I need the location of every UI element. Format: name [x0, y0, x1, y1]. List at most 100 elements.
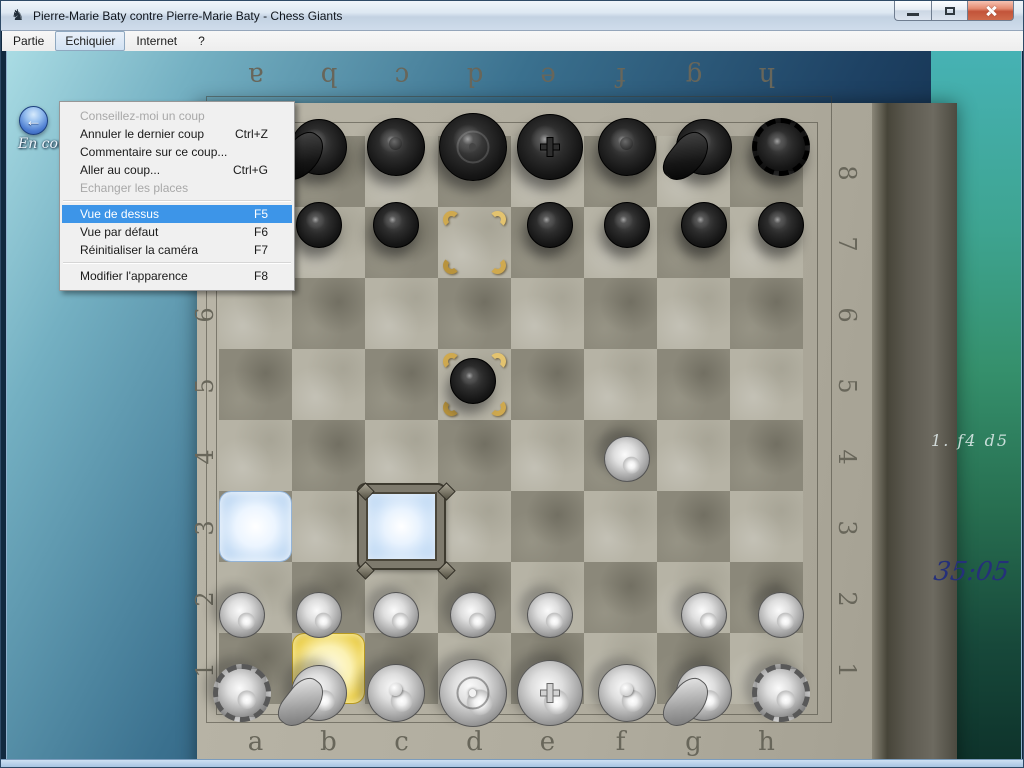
file-label-top-c: c [390, 61, 414, 91]
menu-item-label: Aller au coup... [80, 163, 160, 177]
back-button[interactable]: ← [19, 106, 48, 135]
move-target-square-a3[interactable] [219, 491, 292, 562]
menu-item-label: Vue de dessus [80, 207, 159, 221]
piece-white-king-e1[interactable] [517, 660, 583, 726]
menu-item-modifier-l-apparence[interactable]: Modifier l'apparence F8 [62, 267, 292, 285]
gold-corner-icon [443, 399, 460, 416]
rank-label-left-5: 5 [191, 374, 219, 398]
cursor-square-c3[interactable] [359, 485, 444, 568]
piece-black-pawn-e7[interactable] [527, 202, 573, 248]
piece-white-pawn-f4[interactable] [604, 436, 650, 482]
piece-white-bishop-c1[interactable] [367, 664, 425, 722]
menu-item-label: Annuler le dernier coup [80, 127, 204, 141]
file-label-bottom-g: g [682, 727, 706, 757]
piece-black-queen-d8[interactable] [439, 113, 507, 181]
gold-corner-icon [489, 211, 506, 228]
piece-white-pawn-c2[interactable] [373, 592, 419, 638]
rank-label-right-8: 8 [833, 161, 861, 185]
menubar-item-help[interactable]: ? [188, 31, 215, 51]
piece-white-pawn-h2[interactable] [758, 592, 804, 638]
rank-label-right-6: 6 [833, 303, 861, 327]
gold-corner-icon [489, 257, 506, 274]
piece-white-knight-g1[interactable] [676, 665, 732, 721]
piece-white-pawn-b2[interactable] [296, 592, 342, 638]
menu-item-echanger-les-places[interactable]: Echanger les places [62, 179, 292, 197]
menu-item-shortcut: F6 [254, 223, 268, 241]
rank-label-right-7: 7 [833, 232, 861, 256]
menu-item-vue-de-dessus[interactable]: Vue de dessus F5 [62, 205, 292, 223]
menu-item-aller-au-coup[interactable]: Aller au coup...Ctrl+G [62, 161, 292, 179]
file-label-top-b: b [317, 61, 341, 91]
file-label-bottom-e: e [536, 727, 560, 757]
gold-corner-icon [443, 257, 460, 274]
file-label-top-d: d [463, 61, 487, 91]
menu-item-shortcut: F7 [254, 241, 268, 259]
menubar-item-internet[interactable]: Internet [126, 31, 187, 51]
piece-black-rook-h8[interactable] [752, 118, 810, 176]
file-label-top-g: g [682, 61, 706, 91]
title-bar[interactable]: ♞ Pierre-Marie Baty contre Pierre-Marie … [1, 1, 1023, 31]
maximize-button[interactable] [931, 1, 968, 21]
menu-item-r-initialiser-la-cam-ra[interactable]: Réinitialiser la caméra F7 [62, 241, 292, 259]
piece-black-pawn-h7[interactable] [758, 202, 804, 248]
menu-item-shortcut: F5 [254, 205, 268, 223]
move-list: 1. f4 d5 [931, 431, 1009, 450]
minimize-button[interactable] [894, 1, 931, 21]
piece-black-bishop-c8[interactable] [367, 118, 425, 176]
minimize-icon [907, 13, 919, 16]
file-label-top-a: a [244, 61, 268, 91]
menu-item-annuler-le-dernier-coup[interactable]: Annuler le dernier coup Ctrl+Z [62, 125, 292, 143]
piece-white-queen-d1[interactable] [439, 659, 507, 727]
file-label-bottom-d: d [463, 727, 487, 757]
menubar-item-echiquier[interactable]: Echiquier [55, 31, 125, 51]
menu-item-vue-par-d-faut[interactable]: Vue par défaut F6 [62, 223, 292, 241]
last-move-marker-d7 [438, 207, 511, 278]
piece-white-rook-h1[interactable] [752, 664, 810, 722]
piece-black-pawn-g7[interactable] [681, 202, 727, 248]
piece-black-knight-g8[interactable] [676, 119, 732, 175]
menu-item-label: Vue par défaut [80, 225, 158, 239]
file-label-bottom-h: h [755, 727, 779, 757]
file-label-bottom-a: a [244, 727, 268, 757]
piece-white-rook-a1[interactable] [213, 664, 271, 722]
piece-black-pawn-b7[interactable] [296, 202, 342, 248]
rank-label-right-5: 5 [833, 374, 861, 398]
maximize-icon [945, 7, 955, 15]
gold-corner-icon [489, 399, 506, 416]
file-label-bottom-c: c [390, 727, 414, 757]
menu-item-label: Modifier l'apparence [80, 269, 188, 283]
piece-black-pawn-d5[interactable] [450, 358, 496, 404]
piece-white-knight-b1[interactable] [291, 665, 347, 721]
piece-white-pawn-a2[interactable] [219, 592, 265, 638]
window-title: Pierre-Marie Baty contre Pierre-Marie Ba… [33, 1, 342, 31]
echiquier-menu: Conseillez-moi un coupAnnuler le dernier… [59, 101, 295, 291]
rank-label-left-4: 4 [191, 445, 219, 469]
menu-item-label: Réinitialiser la caméra [80, 243, 198, 257]
file-label-top-f: f [609, 61, 633, 91]
piece-black-bishop-f8[interactable] [598, 118, 656, 176]
rank-label-left-6: 6 [191, 303, 219, 327]
close-button[interactable] [968, 1, 1014, 21]
piece-white-bishop-f1[interactable] [598, 664, 656, 722]
menu-item-shortcut: F8 [254, 267, 268, 285]
file-label-bottom-b: b [317, 727, 341, 757]
piece-black-knight-b8[interactable] [291, 119, 347, 175]
window-controls [894, 1, 1014, 21]
close-icon [985, 5, 997, 17]
menu-item-commentaire-sur-ce-coup[interactable]: Commentaire sur ce coup... [62, 143, 292, 161]
back-arrow-icon: ← [25, 112, 42, 129]
gold-corner-icon [443, 211, 460, 228]
app-icon: ♞ [11, 7, 24, 25]
window-bottom-border [1, 759, 1024, 768]
piece-black-pawn-f7[interactable] [604, 202, 650, 248]
menu-bar: Partie Echiquier Internet ? [2, 31, 1024, 51]
piece-white-pawn-d2[interactable] [450, 592, 496, 638]
rank-label-right-2: 2 [833, 587, 861, 611]
piece-white-pawn-e2[interactable] [527, 592, 573, 638]
menu-item-shortcut: Ctrl+Z [235, 125, 268, 143]
piece-black-king-e8[interactable] [517, 114, 583, 180]
piece-white-pawn-g2[interactable] [681, 592, 727, 638]
menu-item-conseillez-moi-un-coup[interactable]: Conseillez-moi un coup [62, 107, 292, 125]
piece-black-pawn-c7[interactable] [373, 202, 419, 248]
menubar-item-partie[interactable]: Partie [3, 31, 54, 51]
